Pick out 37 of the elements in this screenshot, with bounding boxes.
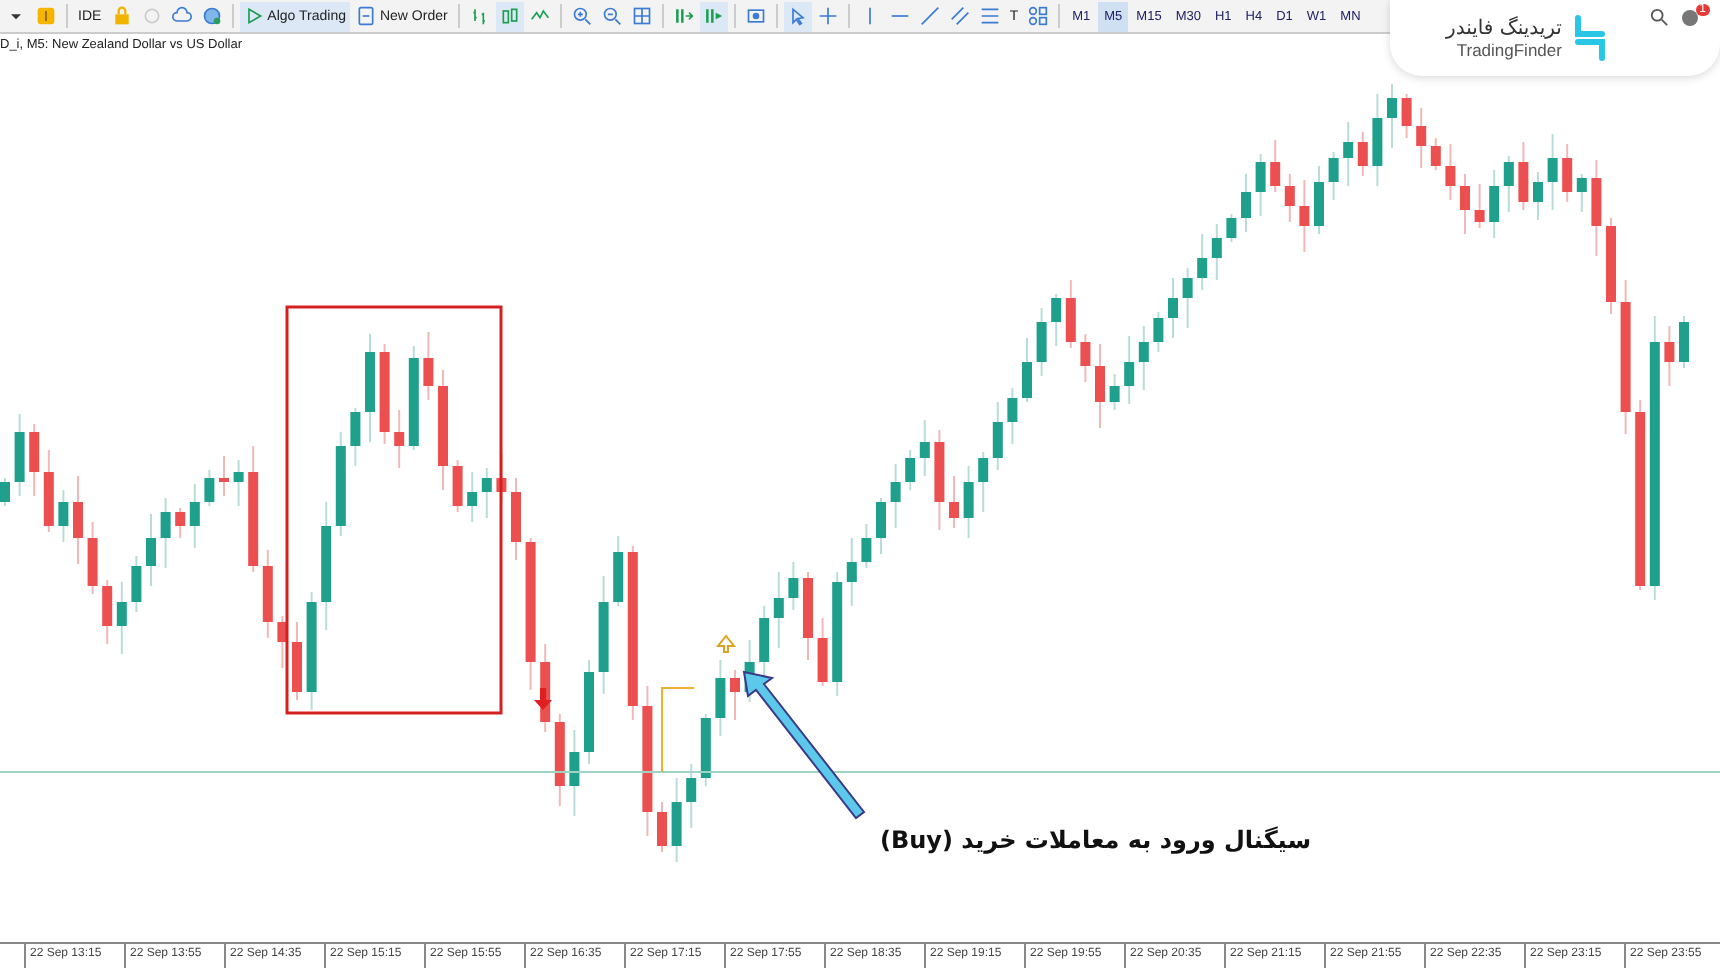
trendline-icon <box>919 6 940 26</box>
toolbar-icon-button[interactable] <box>945 1 974 31</box>
grid-icon <box>631 6 652 26</box>
cloud-icon <box>171 6 192 26</box>
toolbar-icon-button[interactable] <box>783 1 812 31</box>
logo-text: TradingFinder <box>1456 39 1562 59</box>
globe-icon <box>201 6 222 26</box>
toolbar-icon-button[interactable] <box>495 1 524 31</box>
logo-text: تریدینگ فایندر <box>1446 17 1562 39</box>
toolbar-icon-button[interactable] <box>1024 1 1053 31</box>
channel-icon <box>949 6 970 26</box>
sell-arrow-icon <box>534 688 552 710</box>
candlestick-icon <box>499 6 520 26</box>
toolbar-icon-button[interactable] <box>699 1 728 31</box>
toolbar-icon-button[interactable] <box>915 1 944 31</box>
buy-arrow-icon <box>715 634 737 653</box>
fibonacci-icon <box>979 6 1000 26</box>
search-icon[interactable] <box>1650 7 1668 25</box>
signal-line <box>661 687 695 773</box>
lock-icon <box>111 6 132 26</box>
crosshair-icon <box>817 6 838 26</box>
notification-icon[interactable] <box>1680 8 1700 28</box>
logo-icon <box>1573 14 1606 62</box>
line-chart-icon <box>529 6 550 26</box>
camera-icon <box>745 6 766 26</box>
zoom-in-icon <box>571 6 592 26</box>
shapes-icon <box>1028 6 1049 26</box>
cursor-icon <box>787 6 808 26</box>
bar-chart-icon <box>469 6 490 26</box>
coin-icon <box>36 6 56 26</box>
zoom-out-icon <box>601 6 622 26</box>
circle-icon <box>141 6 162 26</box>
autoscroll-icon <box>673 6 694 26</box>
order-icon <box>355 6 376 26</box>
play-icon <box>243 6 264 26</box>
signal-annotation: سیگنال ورود به معاملات خرید (Buy) <box>880 826 1311 854</box>
chart-shift-icon <box>703 6 724 26</box>
